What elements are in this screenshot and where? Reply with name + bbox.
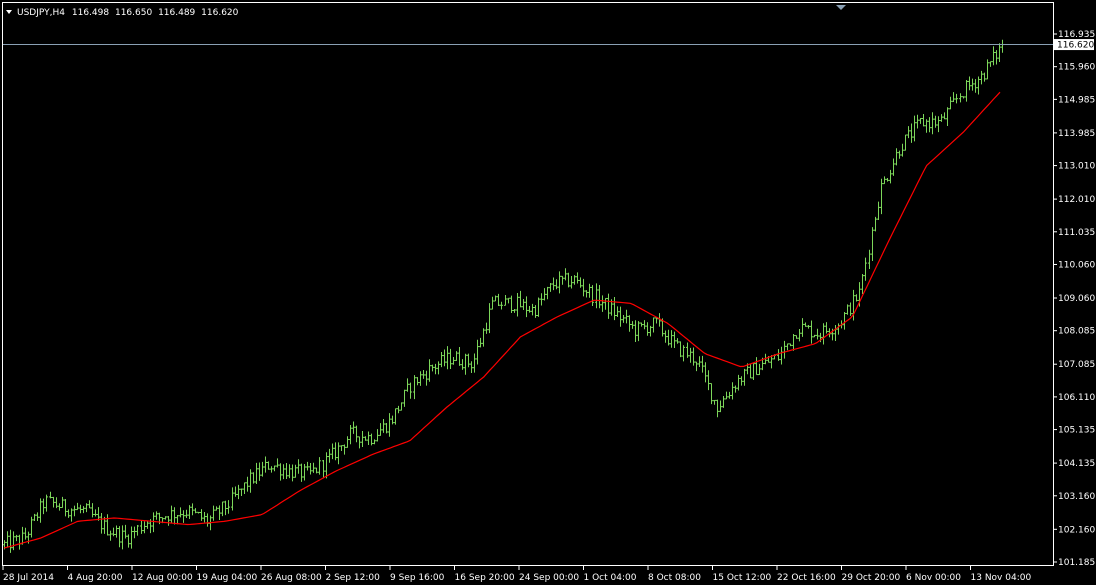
x-tick-label: 15 Oct 12:00	[713, 573, 772, 583]
x-tick-label: 24 Sep 00:00	[519, 573, 579, 583]
x-tick-label: 22 Oct 16:00	[777, 573, 836, 583]
y-tick-label: 114.985	[1058, 95, 1095, 105]
x-tick-label: 8 Oct 08:00	[648, 573, 701, 583]
y-tick-label: 113.985	[1058, 129, 1095, 139]
x-tick-label: 2 Sep 12:00	[326, 573, 381, 583]
x-tick-label: 4 Aug 20:00	[68, 573, 123, 583]
current-price-label: 116.620	[1057, 41, 1094, 51]
timeframe-label: H4	[53, 8, 66, 18]
svg-text:USDJPY,H4 116.498: USDJPY,H4 116.498 116.650 116.489 116.62…	[17, 8, 239, 18]
x-tick-label: 28 Jul 2014	[3, 573, 54, 583]
y-tick-label: 102.160	[1058, 525, 1095, 535]
symbol-label: USDJPY	[17, 8, 50, 18]
y-tick-label: 113.010	[1058, 162, 1095, 172]
y-tick-label: 108.085	[1058, 327, 1095, 337]
x-tick-label: 9 Sep 16:00	[390, 573, 445, 583]
x-tick-label: 19 Aug 04:00	[197, 573, 258, 583]
y-tick-label: 110.060	[1058, 260, 1095, 270]
chart-title: USDJPY,H4 116.498 116.650 116.489 116.62…	[6, 8, 239, 18]
x-tick-label: 12 Aug 00:00	[132, 573, 193, 583]
y-tick-label: 115.960	[1058, 63, 1095, 73]
y-tick-label: 116.935	[1058, 30, 1095, 40]
ohlc-open: 116.498	[72, 8, 109, 18]
ohlc-low: 116.489	[158, 8, 195, 18]
y-tick-label: 111.035	[1058, 228, 1095, 238]
y-tick-label: 104.135	[1058, 459, 1095, 469]
y-tick-label: 106.110	[1058, 393, 1095, 403]
x-tick-label: 29 Oct 20:00	[842, 573, 901, 583]
y-tick-label: 101.185	[1058, 558, 1095, 568]
x-tick-label: 6 Nov 00:00	[906, 573, 961, 583]
current-price-box: 116.620	[1054, 39, 1094, 51]
y-tick-label: 112.010	[1058, 195, 1095, 205]
x-tick-label: 1 Oct 04:00	[584, 573, 637, 583]
x-tick-label: 26 Aug 08:00	[261, 573, 322, 583]
x-tick-label: 16 Sep 20:00	[455, 573, 515, 583]
ohlc-high: 116.650	[115, 8, 152, 18]
y-tick-label: 105.135	[1058, 426, 1095, 436]
y-tick-label: 103.160	[1058, 492, 1095, 502]
ohlc-close: 116.620	[201, 8, 238, 18]
y-tick-label: 107.085	[1058, 360, 1095, 370]
x-tick-label: 13 Nov 04:00	[971, 573, 1032, 583]
y-tick-label: 109.060	[1058, 294, 1095, 304]
price-chart[interactable]: 101.185 102.160 103.160 104.135 105.135 106.1…	[0, 0, 1096, 585]
